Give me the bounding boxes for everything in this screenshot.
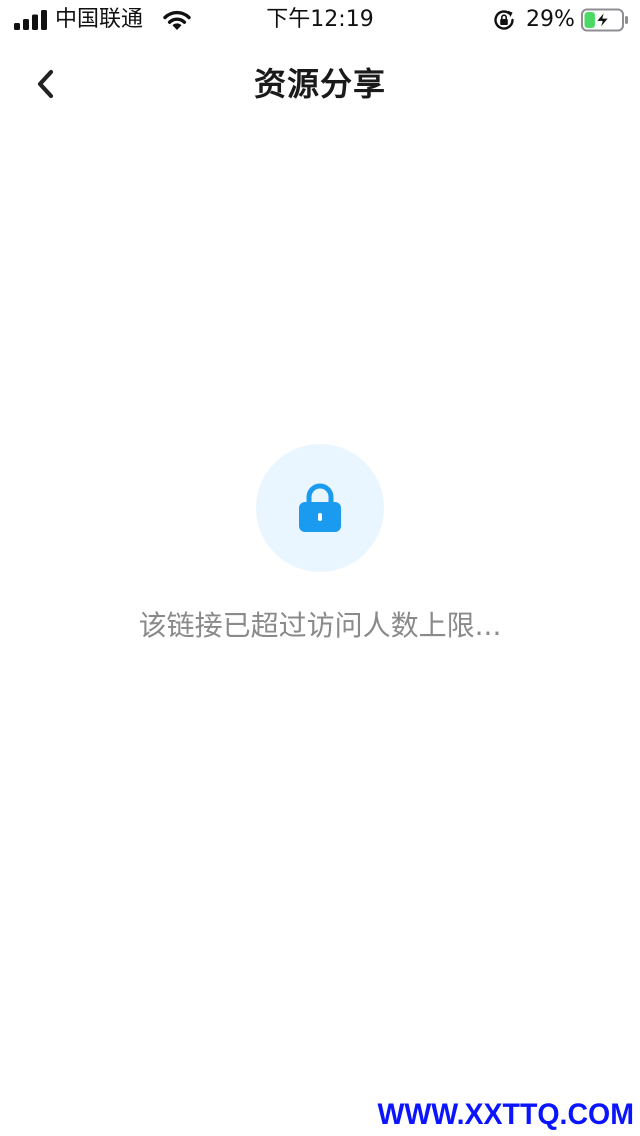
battery-charging-icon bbox=[581, 8, 628, 32]
battery-percent: 29% bbox=[526, 7, 575, 32]
link-limit-message: 该链接已超过访问人数上限... bbox=[138, 609, 502, 642]
watermark-text: WWW.XXTTQ.COM bbox=[377, 1098, 634, 1131]
navigation-bar: 资源分享 bbox=[0, 44, 640, 124]
rotation-lock-icon bbox=[494, 10, 514, 30]
page-title: 资源分享 bbox=[253, 65, 386, 103]
chevron-left-icon bbox=[37, 69, 54, 99]
back-button[interactable] bbox=[24, 62, 68, 106]
lock-icon bbox=[299, 483, 341, 532]
lock-badge bbox=[256, 444, 384, 572]
status-bar: 中国联通 下午12:19 29% bbox=[0, 0, 640, 40]
